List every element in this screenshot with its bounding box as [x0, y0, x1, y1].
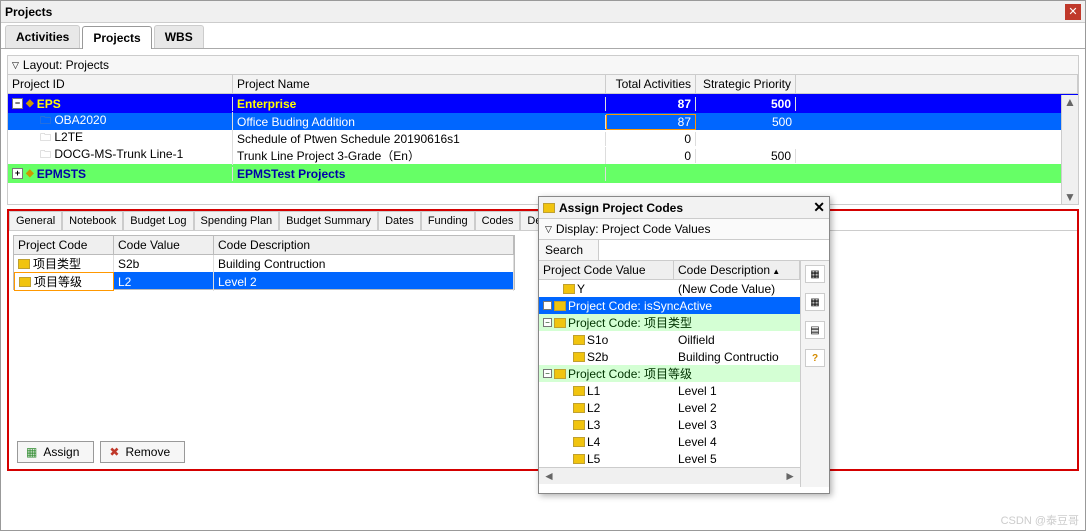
tab-wbs[interactable]: WBS	[154, 25, 204, 48]
add-icon[interactable]: ▦	[805, 293, 825, 311]
collapse-icon[interactable]: −	[543, 318, 552, 327]
assign-icon: ▦	[26, 445, 37, 459]
tag-icon	[573, 420, 585, 430]
tag-icon	[554, 301, 566, 311]
watermark: CSDN @泰豆哥	[1001, 512, 1079, 528]
tree-leaf[interactable]: L4Level 4	[539, 433, 800, 450]
project-row[interactable]: 🗀 L2TE Schedule of Ptwen Schedule 201906…	[8, 130, 1078, 147]
search-input[interactable]	[599, 240, 829, 260]
tag-icon	[554, 318, 566, 328]
tag-icon	[18, 259, 30, 269]
layout-bar[interactable]: ▽ Layout: Projects	[7, 55, 1079, 75]
grid-header: Project ID Project Name Total Activities…	[8, 75, 1078, 94]
tree-group[interactable]: + Project Code: isSyncActive	[539, 297, 800, 314]
project-row-selected[interactable]: 🗀 OBA2020 Office Buding Addition 87 500	[8, 113, 1078, 130]
projects-grid: Project ID Project Name Total Activities…	[7, 75, 1079, 205]
chevron-down-icon: ▽	[12, 60, 19, 71]
assign-project-codes-dialog: Assign Project Codes ✕ ▽ Display: Projec…	[538, 196, 830, 494]
eps-row[interactable]: +◆EPMSTS EPMSTest Projects	[8, 164, 1078, 183]
tab-budget-log[interactable]: Budget Log	[123, 211, 193, 230]
assign-icon[interactable]: ▦	[805, 265, 825, 283]
col-project-code-value[interactable]: Project Code Value	[539, 261, 674, 279]
tree-leaf[interactable]: L1Level 1	[539, 382, 800, 399]
dialog-side-toolbar: ▦ ▦ ▤ ?	[801, 261, 829, 487]
horizontal-scrollbar[interactable]: ◄►	[539, 467, 800, 484]
remove-button[interactable]: ✖Remove	[100, 441, 185, 463]
collapse-icon[interactable]: −	[12, 98, 23, 109]
col-code-description[interactable]: Code Description	[214, 236, 514, 254]
col-code-value[interactable]: Code Value	[114, 236, 214, 254]
tag-icon	[573, 403, 585, 413]
tab-budget-summary[interactable]: Budget Summary	[279, 211, 378, 230]
remove-icon: ✖	[109, 445, 119, 459]
tab-activities[interactable]: Activities	[5, 25, 80, 48]
collapse-icon[interactable]: −	[543, 369, 552, 378]
display-bar[interactable]: ▽ Display: Project Code Values	[539, 219, 829, 240]
chevron-down-icon: ▽	[545, 224, 552, 235]
help-icon[interactable]: ?	[805, 349, 825, 367]
tag-icon	[573, 335, 585, 345]
col-total-activities[interactable]: Total Activities	[606, 75, 696, 93]
folder-icon: 🗀	[40, 146, 51, 165]
window-title: Projects	[5, 5, 52, 19]
tab-notebook[interactable]: Notebook	[62, 211, 123, 230]
tab-dates[interactable]: Dates	[378, 211, 421, 230]
code-tree: Project Code Value Code Description Y(Ne…	[539, 261, 801, 487]
eps-icon: ◆	[26, 168, 34, 179]
search-label: Search	[539, 240, 599, 260]
col-strategic-priority[interactable]: Strategic Priority	[696, 75, 796, 93]
tree-leaf[interactable]: L5Level 5	[539, 450, 800, 467]
tag-icon	[554, 369, 566, 379]
tag-icon	[573, 386, 585, 396]
dialog-title: Assign Project Codes	[559, 201, 683, 215]
tree-leaf[interactable]: S1oOilfield	[539, 331, 800, 348]
close-icon[interactable]: ✕	[813, 199, 825, 216]
layout-label: Layout: Projects	[23, 58, 109, 72]
project-row[interactable]: 🗀 DOCG-MS-Trunk Line-1 Trunk Line Projec…	[8, 147, 1078, 164]
window-titlebar: Projects ✕	[1, 1, 1085, 23]
close-icon[interactable]: ✕	[1065, 4, 1081, 20]
tab-projects[interactable]: Projects	[82, 26, 151, 49]
tree-group[interactable]: − Project Code: 项目等级	[539, 365, 800, 382]
tag-icon	[543, 203, 555, 213]
options-icon[interactable]: ▤	[805, 321, 825, 339]
eps-icon: ◆	[26, 98, 34, 109]
tag-icon	[19, 277, 31, 287]
tree-leaf[interactable]: L2Level 2	[539, 399, 800, 416]
project-codes-table: Project Code Code Value Code Description…	[13, 235, 515, 290]
tab-funding[interactable]: Funding	[421, 211, 475, 230]
eps-row[interactable]: −◆EPS Enterprise 87 500	[8, 94, 1078, 113]
tag-icon	[573, 454, 585, 464]
tree-leaf[interactable]: S2bBuilding Contructio	[539, 348, 800, 365]
col-code-description[interactable]: Code Description	[674, 261, 800, 279]
tag-icon	[573, 437, 585, 447]
tree-group[interactable]: − Project Code: 项目类型	[539, 314, 800, 331]
main-tabbar: Activities Projects WBS	[1, 23, 1085, 49]
search-row: Search	[539, 240, 829, 261]
tab-general[interactable]: General	[9, 211, 62, 230]
col-project-id[interactable]: Project ID	[8, 75, 233, 93]
tree-leaf[interactable]: L3Level 3	[539, 416, 800, 433]
assign-button[interactable]: ▦Assign	[17, 441, 94, 463]
col-project-name[interactable]: Project Name	[233, 75, 606, 93]
col-project-code[interactable]: Project Code	[14, 236, 114, 254]
expand-icon[interactable]: +	[543, 301, 552, 310]
code-row-selected[interactable]: 项目等级 L2 Level 2	[14, 272, 514, 289]
tree-leaf[interactable]: Y(New Code Value)	[539, 280, 800, 297]
code-row[interactable]: 项目类型 S2b Building Contruction	[14, 255, 514, 272]
expand-icon[interactable]: +	[12, 168, 23, 179]
tag-icon	[573, 352, 585, 362]
tab-codes[interactable]: Codes	[475, 211, 521, 230]
tag-icon	[563, 284, 575, 294]
dialog-titlebar[interactable]: Assign Project Codes ✕	[539, 197, 829, 219]
tab-spending-plan[interactable]: Spending Plan	[194, 211, 280, 230]
vertical-scrollbar[interactable]: ▲▼	[1061, 95, 1078, 204]
